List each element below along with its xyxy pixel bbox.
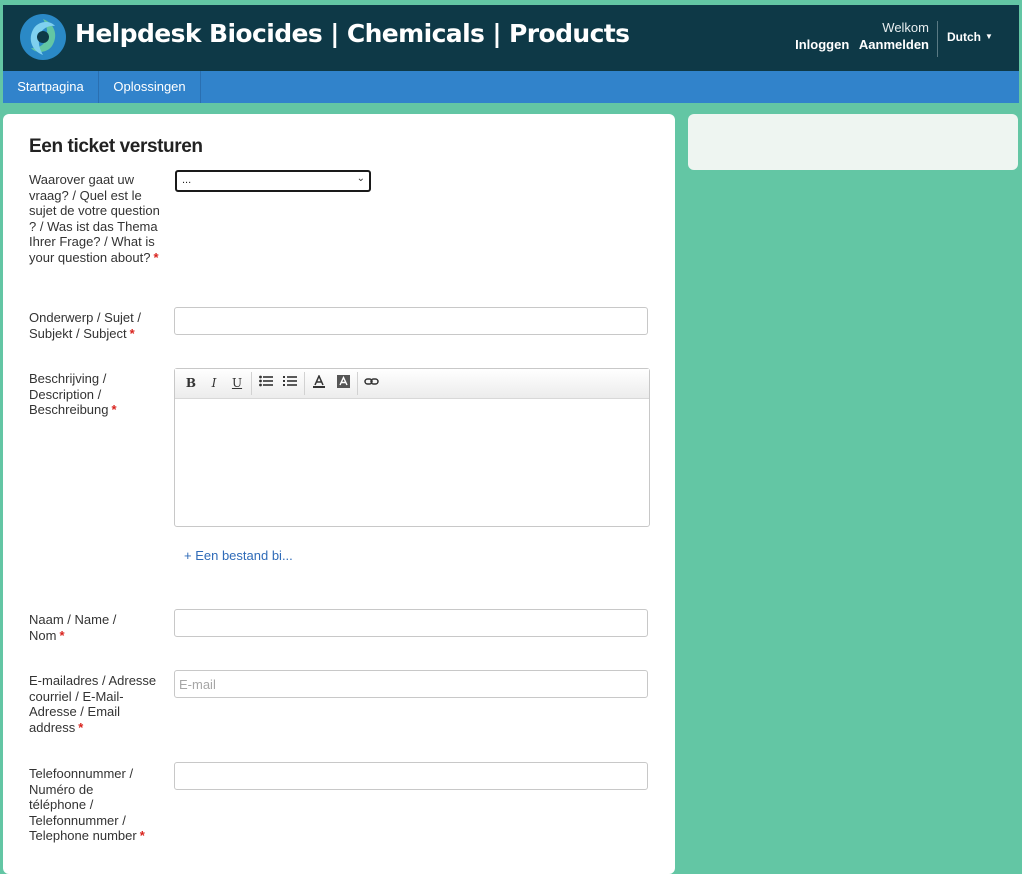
subject-label: Onderwerp / Sujet / Subjekt / Subject *	[29, 310, 161, 341]
welcome-text: Welkom	[882, 20, 929, 35]
link-icon[interactable]	[363, 375, 381, 391]
required-marker: *	[111, 402, 117, 417]
editor-toolbar: B I U	[175, 369, 649, 399]
language-dropdown[interactable]: Dutch ▼	[947, 30, 993, 44]
language-label: Dutch	[947, 30, 981, 44]
description-label-text: Beschrijving / Description / Beschreibun…	[29, 371, 109, 417]
nav-item-startpagina[interactable]: Startpagina	[3, 71, 99, 103]
register-link[interactable]: Aanmelden	[859, 37, 929, 52]
nav-item-oplossingen[interactable]: Oplossingen	[99, 71, 201, 103]
form-title: Een ticket versturen	[29, 136, 203, 157]
name-input[interactable]	[174, 609, 648, 637]
ticket-form-panel: Een ticket versturen Waarover gaat uw vr…	[3, 114, 675, 874]
subject-label-text: Onderwerp / Sujet / Subjekt / Subject	[29, 310, 141, 341]
required-marker: *	[59, 627, 65, 643]
background-color-icon[interactable]	[334, 375, 352, 391]
bullet-list-icon[interactable]	[257, 375, 275, 391]
helpdesk-logo[interactable]	[19, 13, 67, 61]
phone-label-text: Telefoonnummer / Numéro de téléphone / T…	[29, 766, 137, 843]
caret-down-icon: ▼	[985, 32, 993, 41]
toolbar-separator	[357, 372, 358, 395]
auth-links: Inloggen Aanmelden	[789, 37, 929, 52]
topic-select-value: ...	[182, 174, 192, 186]
required-marker: *	[78, 719, 84, 735]
email-label-text: E-mailadres / Adresse courriel / E-Mail-…	[29, 673, 157, 735]
header-divider	[937, 21, 938, 57]
toolbar-separator	[304, 372, 305, 395]
subject-input[interactable]	[174, 307, 648, 335]
attach-file-link[interactable]: + Een bestand bi...	[184, 548, 293, 563]
toolbar-separator	[251, 372, 252, 395]
topic-label: Waarover gaat uw vraag? / Quel est le su…	[29, 172, 161, 265]
italic-button[interactable]: I	[205, 375, 223, 391]
description-label: Beschrijving / Description / Beschreibun…	[29, 371, 139, 418]
email-placeholder: E-mail	[179, 677, 216, 692]
phone-input[interactable]	[174, 762, 648, 790]
login-link[interactable]: Inloggen	[795, 37, 849, 52]
chevron-down-icon: ⌄	[356, 173, 365, 184]
site-title[interactable]: Helpdesk Biocides | Chemicals | Products	[75, 19, 630, 48]
sidebar-panel	[688, 114, 1018, 170]
phone-label: Telefoonnummer / Numéro de téléphone / T…	[29, 766, 149, 844]
email-label: E-mailadres / Adresse courriel / E-Mail-…	[29, 673, 157, 735]
topic-select[interactable]: ... ⌄	[175, 170, 371, 192]
main-nav: Startpagina Oplossingen	[3, 71, 1019, 103]
topic-label-text: Waarover gaat uw vraag? / Quel est le su…	[29, 172, 160, 265]
description-editor[interactable]: B I U	[174, 368, 650, 527]
name-label: Naam / Name / Nom *	[29, 612, 139, 643]
underline-button[interactable]: U	[228, 375, 246, 391]
email-input[interactable]: E-mail	[174, 670, 648, 698]
required-marker: *	[139, 828, 145, 843]
numbered-list-icon[interactable]	[281, 375, 299, 391]
required-marker: *	[129, 325, 135, 341]
required-marker: *	[153, 249, 159, 265]
text-color-icon[interactable]	[310, 374, 328, 391]
site-header: Helpdesk Biocides | Chemicals | Products…	[3, 5, 1019, 71]
bold-button[interactable]: B	[182, 375, 200, 391]
name-label-text: Naam / Name / Nom	[29, 612, 117, 643]
